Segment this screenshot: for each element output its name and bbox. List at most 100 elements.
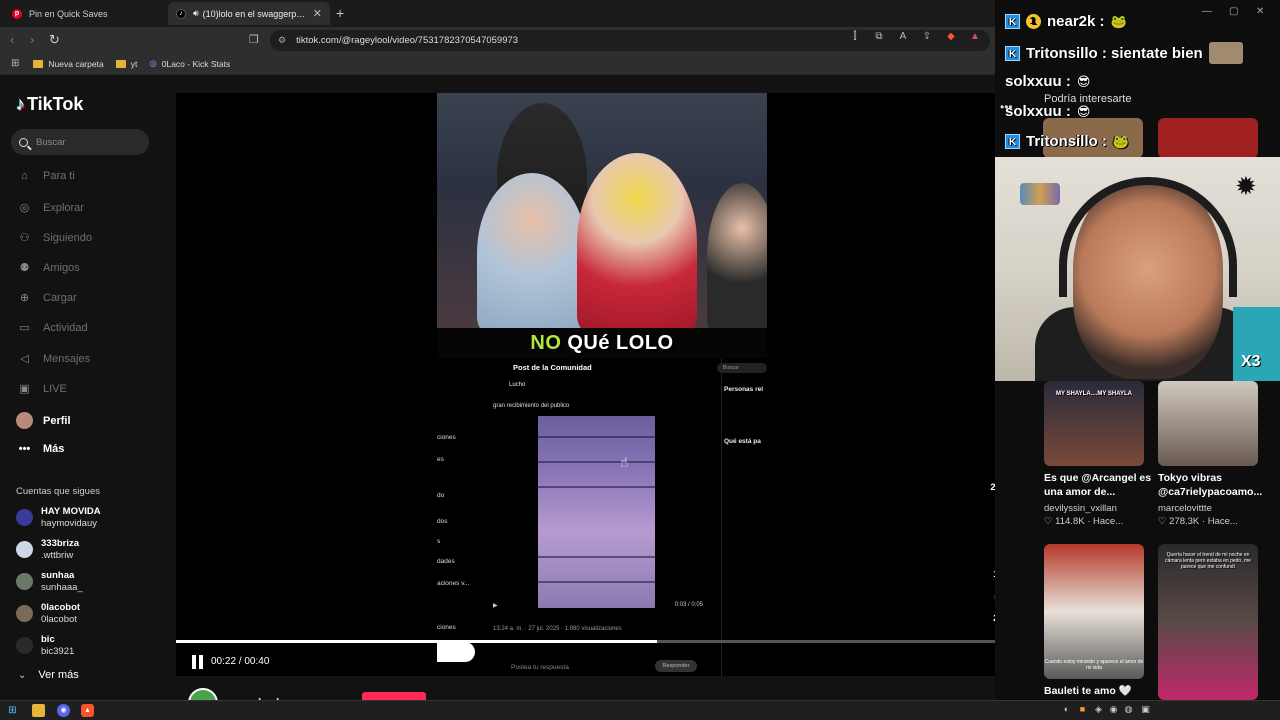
avatar <box>16 541 33 558</box>
more-icon[interactable]: ••• <box>1000 100 1013 114</box>
nav-friends[interactable]: ⚉ Amigos <box>16 261 80 275</box>
pinterest-icon: p <box>12 8 22 19</box>
bookmark-nueva-carpeta[interactable]: Nueva carpeta <box>33 59 104 69</box>
open-external-icon[interactable]: ⧉ <box>873 31 885 42</box>
tab-tiktok-video[interactable]: ♪ 🔊︎ (10)lolo en el swaggerpalooza ✕ <box>168 2 330 25</box>
tiktok-logo-icon: ♪ <box>16 94 25 114</box>
followed-account[interactable]: sunhaa sunhaaa_ <box>16 570 83 593</box>
reader-icon[interactable]: ⫿ <box>849 31 861 42</box>
friends-icon: ⚉ <box>19 262 30 274</box>
nav-following[interactable]: ⚇ Siguiendo <box>16 231 92 245</box>
followed-account[interactable]: bic bic3921 <box>16 634 74 657</box>
kick-badge-icon: K <box>1005 45 1020 61</box>
bookmark-kick-stats[interactable]: ◎ 0Laco - Kick Stats <box>149 58 230 69</box>
person-blue-hat <box>477 173 587 328</box>
new-tab-button[interactable]: + <box>336 5 344 21</box>
related-video-stats: ♡ 278.3K · Hace... <box>1158 516 1238 527</box>
share-page-icon[interactable]: ⇪ <box>921 31 933 42</box>
nav-upload[interactable]: ⊕ Cargar <box>16 291 77 305</box>
related-video-thumbnail[interactable]: Quería hacer el trend de mi noche en cám… <box>1158 544 1258 700</box>
nav-activity[interactable]: ▭ Actividad <box>16 321 87 335</box>
live-icon: ▣ <box>19 383 30 395</box>
close-tab-icon[interactable]: ✕ <box>313 7 322 20</box>
nav-explore[interactable]: ◎ Explorar <box>16 201 84 215</box>
video-stream-scene <box>437 93 767 328</box>
related-video-title[interactable]: Bauleti te amo 🤍 <box>1044 684 1152 698</box>
profile-avatar <box>16 412 33 429</box>
minimize-icon[interactable]: — <box>1202 6 1212 17</box>
related-video-user[interactable]: devilyssin_vxillan <box>1044 503 1117 514</box>
tab-pin-quick-saves[interactable]: p Pin en Quick Saves <box>4 2 164 25</box>
related-video-title[interactable]: Es que @Arcangel es una amor de... <box>1044 471 1152 499</box>
search-input[interactable]: Buscar <box>11 129 149 155</box>
pause-icon[interactable] <box>192 655 204 669</box>
search-placeholder: Buscar <box>36 136 66 148</box>
reload-icon[interactable]: ↻ <box>49 32 60 48</box>
file-explorer-icon[interactable] <box>32 704 45 717</box>
compass-icon: ◎ <box>19 202 30 214</box>
following-icon: ⚇ <box>19 232 30 244</box>
suggested-thumbnail[interactable] <box>1158 118 1258 158</box>
avatar <box>16 637 33 654</box>
chat-message: K Tritonsillo : 🐸 <box>1005 133 1129 150</box>
video-timecode: 00:22 / 00:40 <box>211 656 270 667</box>
nav-live[interactable]: ▣ LIVE <box>16 382 67 396</box>
tray-icon-app[interactable]: ◉ <box>1108 704 1119 715</box>
speaker-icon[interactable]: 🔊︎ <box>193 8 199 19</box>
tray-icon-steam[interactable]: ◍ <box>1123 704 1134 715</box>
video-caption: NO QUé LOLO <box>530 331 674 354</box>
tiktok-logo[interactable]: ♪ TikTok <box>16 94 83 115</box>
related-video-thumbnail[interactable]: Cuando estoy mirando y aparece el amor d… <box>1044 544 1144 679</box>
nav-for-you[interactable]: ⌂ Para ti <box>16 170 75 182</box>
maximize-icon[interactable]: ▢ <box>1229 6 1238 17</box>
bookmark-page-icon[interactable]: ❐ <box>249 33 259 46</box>
apps-grid-icon[interactable]: ⊞ <box>11 58 19 69</box>
nav-more[interactable]: ••• Más <box>16 443 65 455</box>
tray-icon-discord[interactable]: ◐ <box>1061 704 1072 715</box>
translate-icon[interactable]: A <box>897 31 909 42</box>
discord-icon[interactable]: ◉ <box>57 704 70 717</box>
chevron-down-icon: ⌄ <box>18 669 27 681</box>
video-progress-fill <box>176 640 658 643</box>
stage-truss <box>538 486 655 488</box>
followed-account[interactable]: HAY MOVIDA haymovidauy <box>16 506 101 529</box>
close-window-icon[interactable]: ✕ <box>1256 6 1264 17</box>
kick-stats-icon: ◎ <box>149 58 157 68</box>
bookmark-yt[interactable]: yt <box>115 58 138 69</box>
video-player[interactable]: NO QUé LOLO Post de la Comunidad Lucho g… <box>176 93 1028 676</box>
forward-icon[interactable]: › <box>30 32 34 47</box>
nav-profile[interactable]: Perfil <box>16 412 71 429</box>
followed-account[interactable]: 333briza .wttbriw <box>16 538 79 561</box>
combo-counter: X3 <box>1241 353 1261 370</box>
brave-rewards-icon[interactable]: ▲ <box>969 31 981 42</box>
windows-start-icon[interactable]: ⊞ <box>6 704 19 717</box>
related-video-title[interactable]: Tokyo vibras @ca7rielypacoamo... <box>1158 471 1266 499</box>
tray-icon-app[interactable]: ■ <box>1077 704 1088 715</box>
video-frame[interactable]: NO QUé LOLO Post de la Comunidad Lucho g… <box>437 93 767 676</box>
emote-icon: 🐸 <box>1112 133 1130 149</box>
followed-account[interactable]: 0lacobot 0lacobot <box>16 602 80 625</box>
person-right <box>707 183 767 328</box>
hand-cursor-icon: ☝ <box>620 454 629 470</box>
nav-messages[interactable]: ◁ Mensajes <box>16 352 90 366</box>
site-settings-icon[interactable]: ⚙ <box>278 35 286 46</box>
brave-shield-icon[interactable]: ◆ <box>945 31 957 42</box>
brave-browser-icon[interactable]: ▲ <box>81 704 94 717</box>
tab-title: (10)lolo en el swaggerpalooza <box>202 8 307 19</box>
bookmarks-bar: ⊞ Nueva carpeta yt ◎ 0Laco - Kick Stats <box>0 53 995 75</box>
back-icon[interactable]: ‹ <box>10 32 14 47</box>
concert-clip <box>538 416 655 608</box>
see-more-button[interactable]: ⌄ Ver más <box>18 669 79 681</box>
tiktok-page: ♪ TikTok Buscar ⌂ Para ti ◎ Explorar ⚇ Sigu… <box>0 76 1028 718</box>
related-video-user[interactable]: marcelovittte <box>1158 503 1212 514</box>
following-section-title: Cuentas que sigues <box>16 486 100 497</box>
screen-recording: Post de la Comunidad Lucho gran recibimi… <box>437 358 767 676</box>
more-icon: ••• <box>18 443 31 455</box>
stream-overlay-pane: — ▢ ✕ K 1 near2k : 🐸 K Tritonsillo : sie… <box>995 0 1280 700</box>
tray-icon-app[interactable]: ▣ <box>1140 704 1151 715</box>
bookmark-label: yt <box>130 58 138 69</box>
related-video-thumbnail[interactable] <box>1158 381 1258 466</box>
related-video-thumbnail[interactable]: MY SHAYLA....MY SHAYLA <box>1044 381 1144 466</box>
tray-icon-app[interactable]: ◈ <box>1093 704 1104 715</box>
video-progress-bar[interactable] <box>176 640 1028 643</box>
